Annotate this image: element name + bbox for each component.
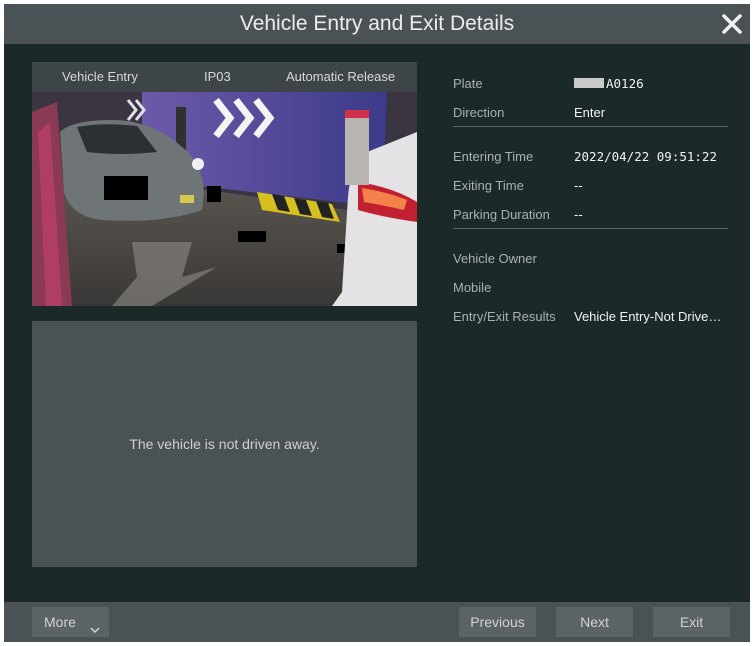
vehicle-details-dialog: Vehicle Entry and Exit Details Vehicle E… — [4, 4, 750, 642]
previous-button[interactable]: Previous — [459, 607, 536, 637]
plate-value-wrap: A0126 — [574, 76, 644, 91]
mobile-label: Mobile — [453, 280, 492, 295]
exiting-time-label: Exiting Time — [453, 178, 524, 193]
entering-time-value: 2022/04/22 09:51:22 — [574, 149, 717, 164]
more-dropdown-button[interactable]: More — [32, 607, 109, 637]
chevron-down-icon — [89, 616, 101, 634]
direction-row: Direction Enter — [453, 105, 733, 125]
entering-time-label: Entering Time — [453, 149, 534, 164]
parking-duration-label: Parking Duration — [453, 207, 550, 222]
plate-redaction — [574, 78, 604, 88]
next-button[interactable]: Next — [556, 607, 633, 637]
more-button-label: More — [44, 614, 76, 630]
footer-bar: More Previous Next Exit — [4, 602, 750, 642]
divider — [453, 228, 728, 229]
vehicle-owner-row: Vehicle Owner — [453, 251, 733, 271]
channel-label: IP03 — [204, 69, 231, 84]
results-label: Entry/Exit Results — [453, 309, 556, 324]
dialog-title: Vehicle Entry and Exit Details — [239, 12, 515, 35]
title-bar: Vehicle Entry and Exit Details — [4, 4, 750, 44]
results-value: Vehicle Entry-Not Drive… — [574, 309, 722, 324]
parking-duration-row: Parking Duration -- — [453, 207, 733, 227]
plate-row: Plate A0126 — [453, 76, 733, 96]
plate-value: A0126 — [606, 76, 644, 91]
exit-button[interactable]: Exit — [653, 607, 730, 637]
close-icon[interactable] — [720, 12, 744, 36]
mobile-row: Mobile — [453, 280, 733, 300]
results-row: Entry/Exit Results Vehicle Entry-Not Dri… — [453, 309, 733, 329]
entry-snapshot-image — [32, 92, 417, 306]
parking-duration-value: -- — [574, 207, 583, 222]
exit-status-message: The vehicle is not driven away. — [129, 436, 320, 452]
direction-value: Enter — [574, 105, 606, 120]
entering-time-row: Entering Time 2022/04/22 09:51:22 — [453, 149, 733, 169]
divider — [453, 126, 728, 127]
exiting-time-row: Exiting Time -- — [453, 178, 733, 198]
plate-label: Plate — [453, 76, 483, 91]
direction-label: Direction — [453, 105, 505, 120]
event-type-label: Vehicle Entry — [62, 69, 138, 84]
release-mode-label: Automatic Release — [286, 69, 396, 84]
vehicle-owner-label: Vehicle Owner — [453, 251, 537, 266]
camera-info-bar: Vehicle Entry IP03 Automatic Release — [32, 62, 417, 92]
exit-snapshot-panel: The vehicle is not driven away. — [32, 321, 417, 567]
exiting-time-value: -- — [574, 178, 583, 193]
